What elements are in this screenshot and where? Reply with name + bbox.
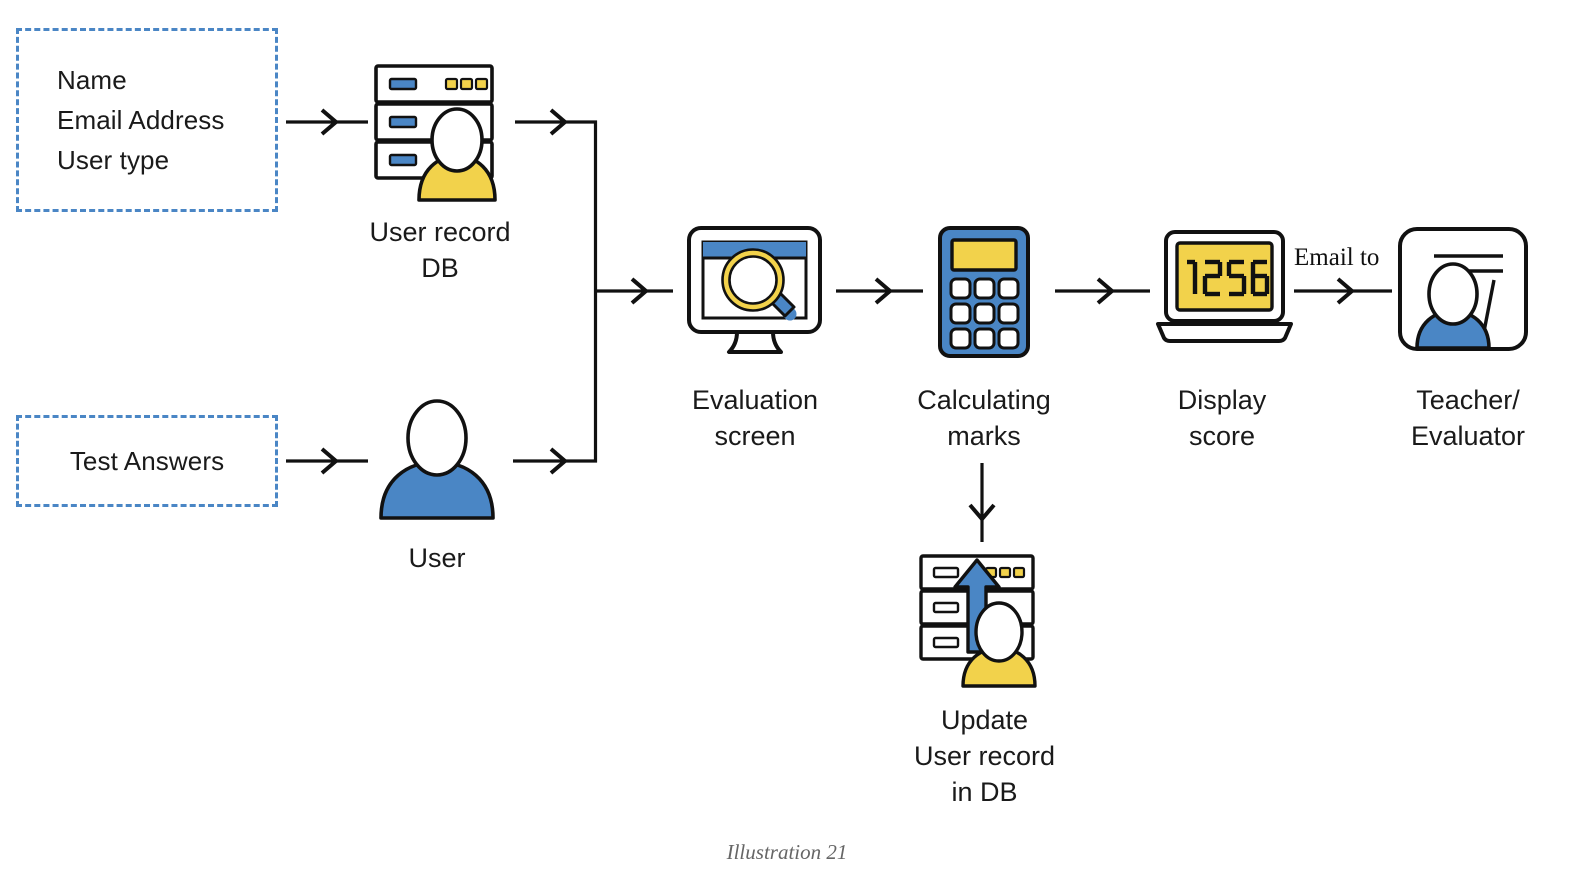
- node-display-score-label: Display score: [1177, 385, 1267, 451]
- user-fields-input-box: Name Email Address User type: [16, 28, 278, 212]
- server-upload-icon: [919, 554, 1037, 688]
- figure-caption: Illustration 21: [726, 840, 848, 864]
- diagram-canvas: Name Email Address User type Test Answer…: [0, 0, 1574, 874]
- node-calculating-marks: [925, 222, 1043, 362]
- field-user-type: User type: [57, 145, 170, 175]
- test-answers-input-box: Test Answers: [16, 415, 278, 507]
- node-user-label: User: [408, 543, 466, 573]
- calculator-icon: [938, 226, 1030, 358]
- node-update-db: [910, 548, 1058, 688]
- node-user-record-db-label: User record DB: [369, 217, 511, 283]
- display-score-value-glyphs: [1187, 259, 1270, 297]
- edge-label-email-to: Email to: [1294, 244, 1380, 271]
- server-user-icon: [374, 64, 497, 202]
- node-update-db-label: Update User record in DB: [913, 705, 1056, 807]
- user-avatar-icon: [379, 399, 495, 520]
- node-user: [372, 390, 502, 520]
- node-user-record-db: [360, 52, 520, 202]
- node-calculating-marks-label: Calculating marks: [917, 385, 1051, 451]
- monitor-search-icon: [687, 226, 822, 354]
- field-test-answers: Test Answers: [69, 446, 225, 476]
- teacher-board-icon: [1398, 227, 1528, 351]
- node-display-score: 1256: [1152, 228, 1297, 346]
- node-evaluation-screen: [675, 222, 835, 362]
- node-teacher-evaluator: [1396, 226, 1530, 352]
- field-name: Name: [57, 65, 127, 95]
- node-teacher-evaluator-label: Teacher/ Evaluator: [1410, 385, 1526, 451]
- node-evaluation-screen-label: Evaluation screen: [691, 385, 819, 451]
- field-email-address: Email Address: [57, 105, 225, 135]
